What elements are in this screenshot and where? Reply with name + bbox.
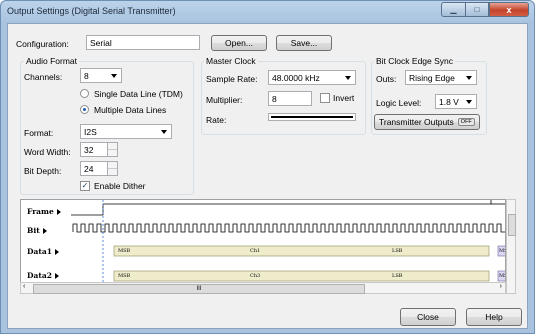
channels-label: Channels: <box>24 72 63 82</box>
chevron-down-icon <box>466 100 472 104</box>
data1-next-label: MS <box>499 248 505 254</box>
chevron-down-icon <box>466 76 472 80</box>
bit-depth-label: Bit Depth: <box>24 166 62 176</box>
title-bar[interactable]: Output Settings (Digital Serial Transmit… <box>1 1 534 22</box>
timing-diagram[interactable]: Frame Bit Data1 Data2 MSB Ch1 LSB MS MSB… <box>20 199 506 294</box>
bit-clock-title: Bit Clock Edge Sync <box>374 56 456 66</box>
format-value: I2S <box>84 127 97 137</box>
format-select[interactable]: I2S <box>80 124 172 139</box>
bit-clock-trace <box>72 223 505 233</box>
data2-next-label: MS <box>499 273 505 279</box>
channels-value: 8 <box>84 71 89 81</box>
multiple-data-lines-label: Multiple Data Lines <box>94 105 167 115</box>
timing-horizontal-scrollbar[interactable]: ‹ III › <box>20 282 506 294</box>
sample-rate-select[interactable]: 48.0000 kHz <box>268 70 356 85</box>
window-title: Output Settings (Digital Serial Transmit… <box>7 6 176 16</box>
help-button[interactable]: Help <box>466 308 522 326</box>
word-width-label: Word Width: <box>24 147 71 157</box>
word-width-input[interactable]: 32 <box>80 142 108 157</box>
outs-select[interactable]: Rising Edge <box>405 70 477 85</box>
data2-ch-label: Ch3 <box>250 273 261 279</box>
close-button[interactable]: Close <box>400 308 456 326</box>
single-data-line-label: Single Data Line (TDM) <box>94 89 183 99</box>
chevron-down-icon <box>111 74 117 78</box>
invert-checkbox[interactable] <box>320 93 330 103</box>
invert-label: Invert <box>333 93 355 103</box>
sample-rate-value: 48.0000 kHz <box>272 73 320 83</box>
rate-label: Rate: <box>206 115 227 125</box>
multiplier-label: Multiplier: <box>206 95 243 105</box>
bit-depth-input[interactable]: 24 <box>80 161 108 176</box>
logic-level-select[interactable]: 1.8 V <box>435 94 477 109</box>
configuration-label: Configuration: <box>16 39 69 49</box>
output-settings-window: Output Settings (Digital Serial Transmit… <box>0 0 535 334</box>
vertical-scroll-thumb[interactable] <box>508 214 516 236</box>
minimize-button[interactable]: ▁ <box>441 2 465 17</box>
transmitter-outputs-label: Transmitter Outputs <box>379 117 454 127</box>
data1-lsb-label: LSB <box>392 248 403 254</box>
configuration-input[interactable]: Serial <box>86 35 200 50</box>
data2-msb-label: MSB <box>118 273 131 279</box>
frame-waveform <box>71 200 492 216</box>
word-width-spinner[interactable] <box>108 142 118 157</box>
multiplier-input[interactable]: 8 <box>268 91 312 106</box>
window-controls: ▁ □ x <box>441 2 529 17</box>
data1-bus <box>113 245 490 257</box>
waveform-canvas <box>71 200 505 293</box>
sample-rate-label: Sample Rate: <box>206 74 258 84</box>
maximize-button[interactable]: □ <box>465 2 489 17</box>
transmitter-outputs-button[interactable]: Transmitter Outputs OFF <box>374 114 480 130</box>
dialog-client: Configuration: Serial Open... Save... Au… <box>7 23 528 329</box>
bit-depth-spinner[interactable] <box>108 161 118 176</box>
chevron-down-icon <box>161 130 167 134</box>
multiple-data-lines-radio[interactable] <box>80 105 89 114</box>
data2-lsb-label: LSB <box>392 273 403 279</box>
master-clock-title: Master Clock <box>204 56 258 66</box>
single-data-line-radio[interactable] <box>80 89 89 98</box>
bit-waveform <box>72 223 505 233</box>
data1-msb-label: MSB <box>118 248 131 254</box>
close-window-button[interactable]: x <box>489 2 529 17</box>
scroll-right-icon[interactable]: › <box>500 283 502 290</box>
enable-dither-label: Enable Dither <box>94 181 146 191</box>
data2-bus <box>113 270 490 282</box>
outs-value: Rising Edge <box>409 73 455 83</box>
outs-label: Outs: <box>376 74 397 84</box>
channels-select[interactable]: 8 <box>80 68 122 83</box>
format-label: Format: <box>24 128 54 138</box>
enable-dither-checkbox[interactable]: ✓ <box>80 181 90 191</box>
data1-ch-label: Ch1 <box>250 248 261 254</box>
open-button[interactable]: Open... <box>211 35 267 51</box>
chevron-down-icon <box>345 76 351 80</box>
timing-vertical-scrollbar[interactable] <box>506 199 516 294</box>
transmitter-state-badge: OFF <box>457 118 475 126</box>
logic-level-value: 1.8 V <box>439 97 459 107</box>
audio-format-title: Audio Format <box>24 56 80 66</box>
save-button[interactable]: Save... <box>276 35 332 51</box>
scroll-left-icon[interactable]: ‹ <box>23 283 25 290</box>
logic-level-label: Logic Level: <box>376 98 422 108</box>
rate-readout <box>268 113 356 121</box>
horizontal-scroll-thumb[interactable]: III <box>33 284 365 294</box>
